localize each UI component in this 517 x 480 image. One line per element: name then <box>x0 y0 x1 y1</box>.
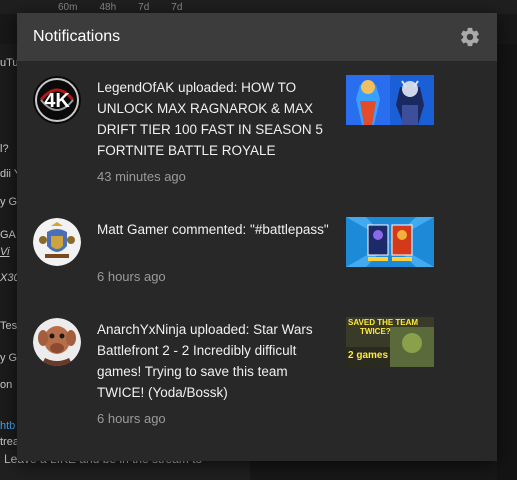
4k-logo-avatar[interactable]: 4K <box>33 76 81 124</box>
notification-item[interactable]: AnarchYxNinja uploaded: Star Wars Battle… <box>17 303 497 426</box>
bg-text-1: uTu <box>0 57 19 69</box>
stat-48h: 48h <box>99 2 117 13</box>
bg-text-4: y G <box>0 196 18 208</box>
svg-text:4K: 4K <box>44 90 70 112</box>
bg-text-9: y G <box>0 352 18 364</box>
battlepass-thumbnail[interactable] <box>346 217 434 267</box>
notification-item[interactable]: Matt Gamer commented: "#battlepass" 6 ho… <box>17 203 497 313</box>
notification-text: LegendOfAK uploaded: HOW TO UNLOCK MAX R… <box>97 80 323 158</box>
bg-text-2: l? <box>0 143 9 155</box>
thumbnail-caption-1: SAVED THE TEAM <box>348 318 419 327</box>
crest-avatar[interactable] <box>33 218 81 266</box>
bg-text-8: Tes <box>0 320 18 332</box>
notification-text: AnarchYxNinja uploaded: Star Wars Battle… <box>97 322 313 400</box>
stat-7d-views: 7d <box>138 2 150 13</box>
fortnite-skins-thumbnail[interactable] <box>346 75 434 125</box>
thumbnail-caption-3: 2 games <box>348 350 389 361</box>
bg-link-6[interactable]: Vi <box>0 246 10 258</box>
bg-text-5: GA <box>0 229 16 241</box>
notification-time: 6 hours ago <box>97 269 166 284</box>
bg-link-11[interactable]: htb <box>0 420 15 432</box>
thumbnail-caption-2: TWICE? <box>360 327 391 336</box>
notification-item[interactable]: 4K LegendOfAK uploaded: HOW TO UNLOCK MA… <box>17 61 497 184</box>
saved-the-team-thumbnail[interactable]: SAVED THE TEAM TWICE? 2 games <box>346 317 434 367</box>
notification-time: 43 minutes ago <box>97 169 186 184</box>
gear-icon[interactable] <box>459 26 481 48</box>
notification-text: Matt Gamer commented: "#battlepass" <box>97 222 329 237</box>
stat-7d-time: 7d <box>171 2 183 13</box>
notification-time: 6 hours ago <box>97 411 166 426</box>
alien-character-avatar[interactable] <box>33 318 81 366</box>
background-stats: 60m 48h 7d 7d <box>58 2 182 13</box>
notifications-header: Notifications <box>17 13 497 61</box>
bg-text-10: on <box>0 379 13 391</box>
notifications-title: Notifications <box>33 28 121 45</box>
background-right-strip <box>497 44 517 480</box>
stat-60m: 60m <box>58 2 78 13</box>
notifications-panel: Notifications 4K LegendOfAK uploaded: HO… <box>17 13 497 461</box>
